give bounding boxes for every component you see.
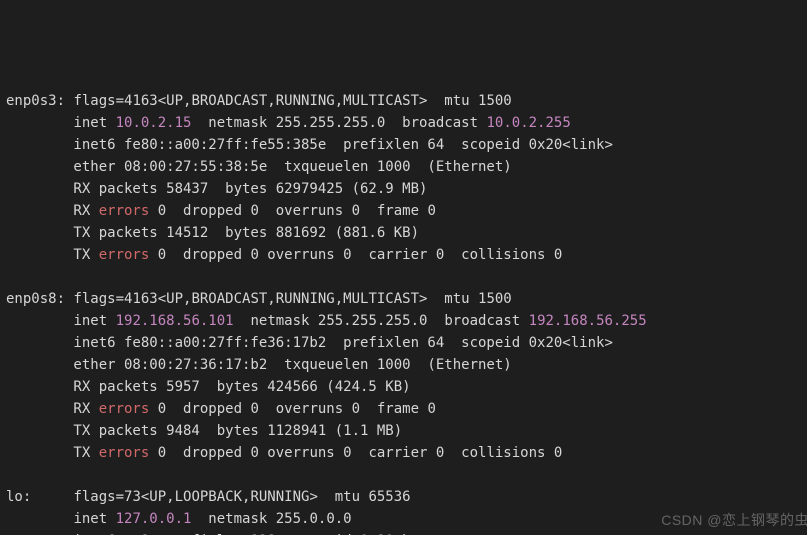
tx-packets-line: TX packets 14512 bytes 881692 (881.6 KB): [6, 222, 807, 244]
rx-packets-line: RX packets 58437 bytes 62979425 (62.9 MB…: [6, 178, 807, 200]
inet6-line: inet6 fe80::a00:27ff:fe36:17b2 prefixlen…: [6, 332, 807, 354]
inet6-line-text: inet6 ::1 prefixlen 128 scopeid 0x10<hos…: [6, 533, 444, 535]
errors-label: errors: [99, 203, 150, 219]
blank-line: [6, 266, 807, 288]
tx-packets-text: TX packets 9484 bytes 1128941 (1.1 MB): [6, 423, 402, 439]
rx-packets-line: RX packets 5957 bytes 424566 (424.5 KB): [6, 376, 807, 398]
errors-label: errors: [99, 445, 150, 461]
terminal-output: enp0s3: flags=4163<UP,BROADCAST,RUNNING,…: [6, 90, 807, 535]
errors-label: errors: [99, 401, 150, 417]
tx-errors-line: TX errors 0 dropped 0 overruns 0 carrier…: [6, 442, 807, 464]
ether-line-text: ether 08:00:27:55:38:5e txqueuelen 1000 …: [6, 159, 512, 175]
iface-name: enp0s8:: [6, 291, 73, 307]
ether-line-text: ether 08:00:27:36:17:b2 txqueuelen 1000 …: [6, 357, 512, 373]
inet-addr: 10.0.2.15: [116, 115, 192, 131]
rx-errors-line: RX errors 0 dropped 0 overruns 0 frame 0: [6, 398, 807, 420]
iface-header: enp0s8: flags=4163<UP,BROADCAST,RUNNING,…: [6, 288, 807, 310]
inet-line: inet 192.168.56.101 netmask 255.255.255.…: [6, 310, 807, 332]
inet6-line: inet6 fe80::a00:27ff:fe55:385e prefixlen…: [6, 134, 807, 156]
broadcast-label: broadcast: [385, 115, 486, 131]
rx-packets-text: RX packets 58437 bytes 62979425 (62.9 MB…: [6, 181, 427, 197]
iface-name: lo:: [6, 489, 73, 505]
rx-errors-rest: 0 dropped 0 overruns 0 frame 0: [149, 203, 436, 219]
ether-line: ether 08:00:27:36:17:b2 txqueuelen 1000 …: [6, 354, 807, 376]
inet-label: inet: [73, 115, 115, 131]
inet-line: inet 10.0.2.15 netmask 255.255.255.0 bro…: [6, 112, 807, 134]
tx-packets-text: TX packets 14512 bytes 881692 (881.6 KB): [6, 225, 419, 241]
ether-line: ether 08:00:27:55:38:5e txqueuelen 1000 …: [6, 156, 807, 178]
tx-errors-rest: 0 dropped 0 overruns 0 carrier 0 collisi…: [149, 247, 562, 263]
rx-packets-text: RX packets 5957 bytes 424566 (424.5 KB): [6, 379, 411, 395]
inet-label: inet: [73, 313, 115, 329]
inet6-line-text: inet6 fe80::a00:27ff:fe36:17b2 prefixlen…: [6, 335, 613, 351]
iface-header: enp0s3: flags=4163<UP,BROADCAST,RUNNING,…: [6, 90, 807, 112]
inet-line: inet 127.0.0.1 netmask 255.0.0.0: [6, 508, 807, 530]
netmask: netmask 255.0.0.0: [191, 511, 351, 527]
rx-errors-rest: 0 dropped 0 overruns 0 frame 0: [149, 401, 436, 417]
rx-errors-line: RX errors 0 dropped 0 overruns 0 frame 0: [6, 200, 807, 222]
blank-line: [6, 464, 807, 486]
inet-addr: 192.168.56.101: [116, 313, 234, 329]
inet6-line-text: inet6 fe80::a00:27ff:fe55:385e prefixlen…: [6, 137, 613, 153]
netmask: netmask 255.255.255.0: [191, 115, 385, 131]
tx-packets-line: TX packets 9484 bytes 1128941 (1.1 MB): [6, 420, 807, 442]
iface-flags: flags=4163<UP,BROADCAST,RUNNING,MULTICAS…: [73, 291, 511, 307]
netmask: netmask 255.255.255.0: [234, 313, 428, 329]
broadcast-label: broadcast: [427, 313, 528, 329]
iface-name: enp0s3:: [6, 93, 73, 109]
iface-flags: flags=4163<UP,BROADCAST,RUNNING,MULTICAS…: [73, 93, 511, 109]
broadcast-addr: 192.168.56.255: [529, 313, 647, 329]
errors-label: errors: [99, 247, 150, 263]
iface-header: lo: flags=73<UP,LOOPBACK,RUNNING> mtu 65…: [6, 486, 807, 508]
inet-addr: 127.0.0.1: [116, 511, 192, 527]
inet-label: inet: [73, 511, 115, 527]
iface-flags: flags=73<UP,LOOPBACK,RUNNING> mtu 65536: [73, 489, 410, 505]
broadcast-addr: 10.0.2.255: [486, 115, 570, 131]
tx-errors-rest: 0 dropped 0 overruns 0 carrier 0 collisi…: [149, 445, 562, 461]
tx-errors-line: TX errors 0 dropped 0 overruns 0 carrier…: [6, 244, 807, 266]
